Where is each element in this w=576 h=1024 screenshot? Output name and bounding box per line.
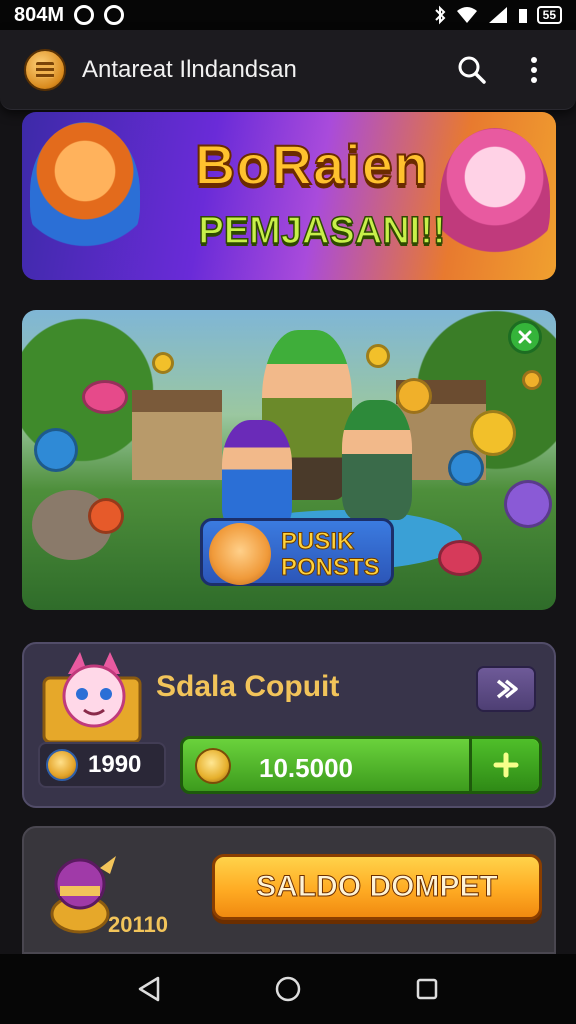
cat-mascot-icon bbox=[209, 523, 271, 585]
search-button[interactable] bbox=[454, 52, 490, 88]
close-button[interactable] bbox=[508, 320, 542, 354]
app-logo-icon[interactable] bbox=[24, 48, 66, 91]
cat-mascot-icon bbox=[42, 652, 142, 744]
back-icon bbox=[139, 976, 160, 1002]
balance-bar[interactable]: 10.5000 bbox=[180, 736, 542, 794]
nav-home-button[interactable] bbox=[270, 971, 306, 1007]
coin-icon bbox=[82, 380, 128, 414]
coin-icon bbox=[522, 370, 542, 390]
sync-icon bbox=[104, 5, 125, 25]
coin-icon bbox=[448, 450, 484, 486]
system-nav-bar bbox=[0, 954, 576, 1024]
coin-icon bbox=[504, 480, 552, 528]
pusik-ponsts-badge[interactable]: PUSIK PONSTS bbox=[200, 518, 394, 586]
wallet-card: Sdala Copuit 1990 10.5000 bbox=[22, 642, 556, 808]
app-bar: Antareat Ilndandsan bbox=[0, 30, 576, 110]
coin-icon bbox=[396, 378, 432, 414]
add-balance-button[interactable] bbox=[469, 739, 539, 791]
coins-counter: 1990 bbox=[38, 742, 166, 788]
coin-icon bbox=[34, 428, 78, 472]
notification-icon bbox=[74, 5, 95, 25]
badge-line-2: PONSTS bbox=[281, 554, 381, 581]
saldo-value: 20110 bbox=[108, 912, 168, 937]
data-icon bbox=[518, 9, 527, 23]
house-image bbox=[132, 390, 222, 480]
status-bar: 804M 55 bbox=[0, 0, 576, 30]
balance-value: 10.5000 bbox=[259, 753, 353, 783]
wallet-next-button[interactable] bbox=[476, 666, 536, 712]
game-scene-banner[interactable]: PUSIK PONSTS bbox=[22, 310, 556, 610]
nav-recents-button[interactable] bbox=[409, 971, 445, 1007]
more-options-button[interactable] bbox=[516, 52, 552, 88]
coins-value: 1990 bbox=[88, 751, 142, 778]
app-title: Antareat Ilndandsan bbox=[82, 55, 297, 83]
coin-icon bbox=[438, 540, 482, 576]
status-time: 804M bbox=[14, 3, 65, 26]
smiley-coin-icon bbox=[195, 748, 231, 784]
kid-character-image bbox=[342, 400, 412, 520]
nav-back-button[interactable] bbox=[131, 971, 167, 1007]
coin-icon bbox=[366, 344, 390, 368]
battery-indicator: 55 bbox=[536, 6, 562, 24]
search-icon bbox=[458, 56, 486, 84]
bluetooth-icon bbox=[434, 5, 446, 25]
wallet-title: Sdala Copuit bbox=[156, 670, 340, 703]
banner-subtitle: PEMJASANI!! bbox=[198, 209, 447, 253]
close-icon bbox=[518, 330, 532, 344]
coin-icon bbox=[470, 410, 516, 456]
home-icon bbox=[275, 976, 301, 1002]
coin-icon bbox=[46, 749, 78, 781]
signal-icon bbox=[488, 7, 507, 23]
kid-character-image bbox=[222, 420, 292, 530]
saldo-dompet-button[interactable]: SALDO DOMPET bbox=[212, 854, 542, 920]
coin-icon bbox=[152, 352, 174, 374]
badge-line-1: PUSIK bbox=[281, 528, 355, 555]
badge-text: PUSIK PONSTS bbox=[281, 528, 381, 581]
chevron-right-icon bbox=[496, 679, 518, 699]
more-vert-icon bbox=[531, 56, 537, 83]
recents-icon bbox=[416, 978, 437, 1000]
wifi-icon bbox=[456, 7, 477, 23]
plus-icon bbox=[493, 752, 518, 778]
coin-icon bbox=[88, 498, 124, 534]
banner-title: BoRaien bbox=[194, 132, 430, 197]
promo-banner[interactable]: BoRaien PEMJASANI!! bbox=[22, 112, 556, 280]
saldo-card: 20110 SALDO DOMPET bbox=[22, 826, 556, 954]
fox-character-image bbox=[30, 122, 140, 262]
